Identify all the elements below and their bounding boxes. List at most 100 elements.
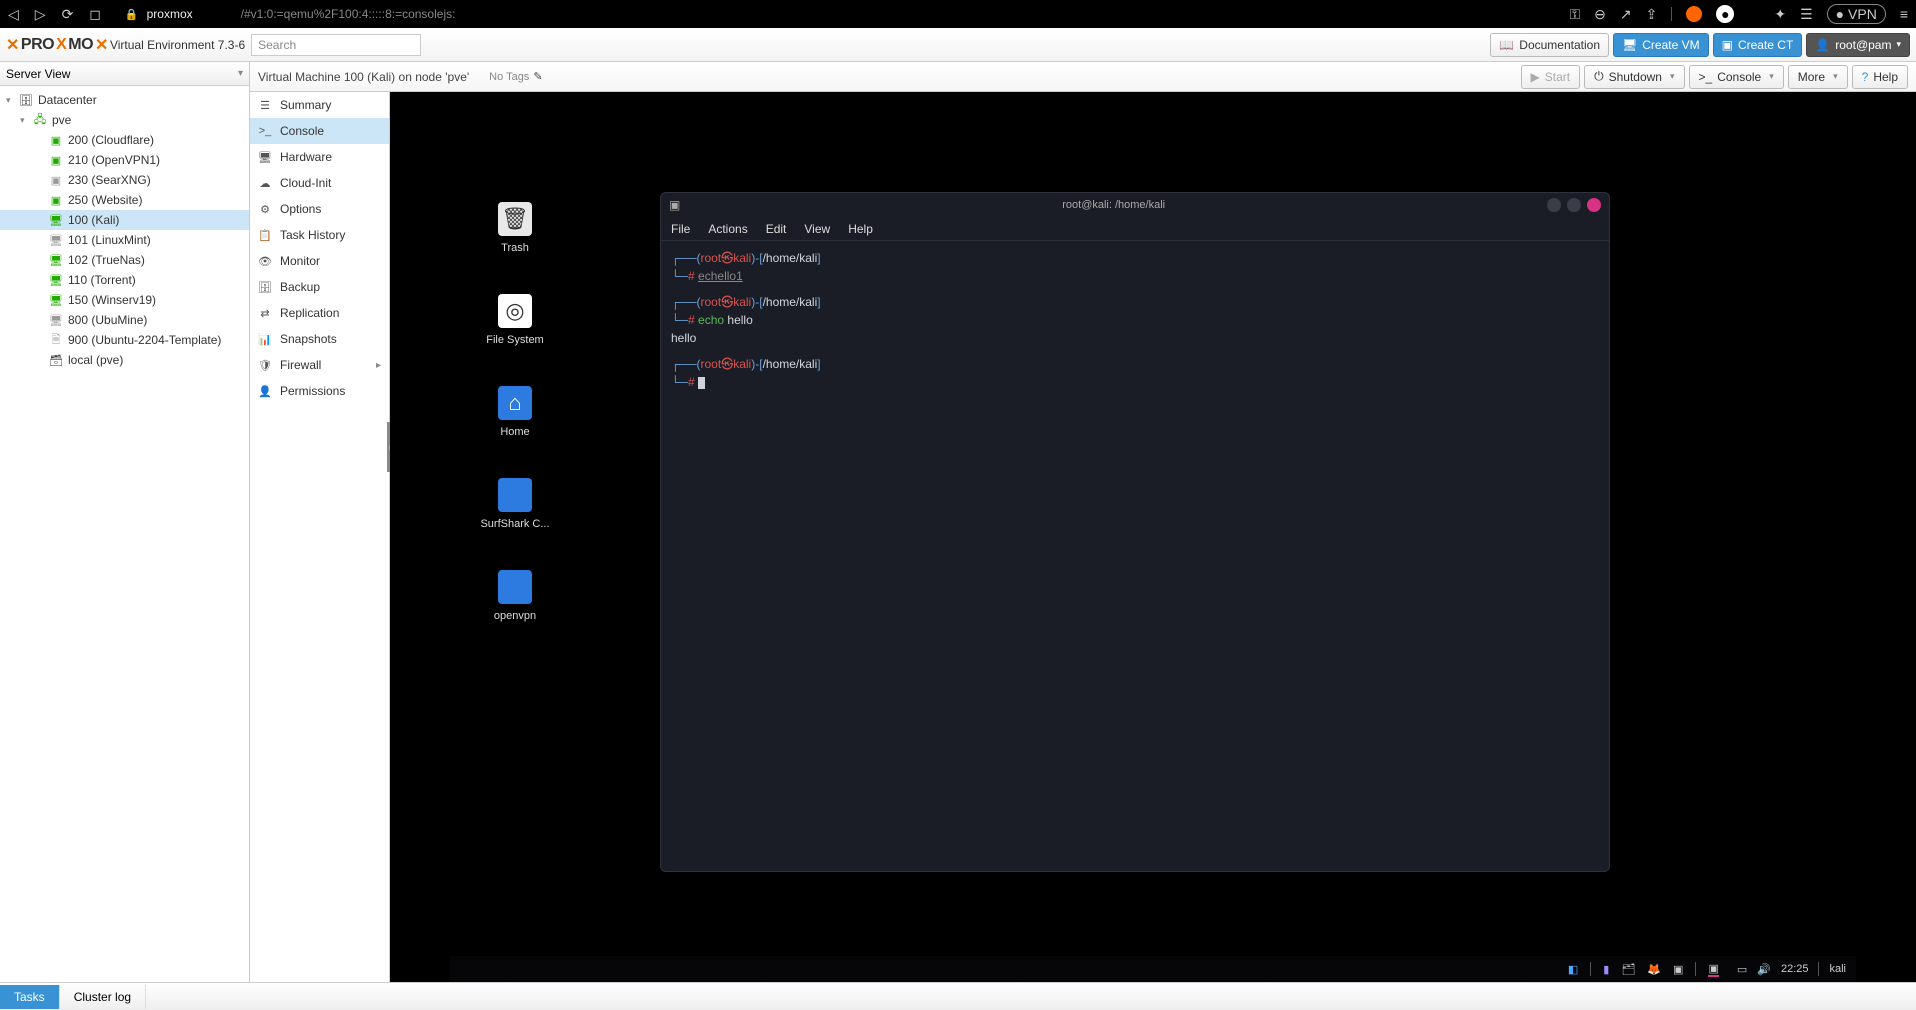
lxc-icon: ▣	[48, 134, 64, 147]
profile-icon[interactable]: ●	[1716, 5, 1734, 23]
maximize-icon[interactable]	[1567, 198, 1581, 212]
key-icon[interactable]: ⚿	[1570, 6, 1581, 23]
vm-nav-options[interactable]: ⚙Options	[250, 196, 389, 222]
nav-icon: 📊	[258, 333, 272, 346]
tray-clock[interactable]: 22:25	[1781, 963, 1809, 975]
share-icon[interactable]: ⇪	[1646, 6, 1658, 23]
vm-nav-permissions[interactable]: 👤Permissions	[250, 378, 389, 404]
close-icon[interactable]	[1587, 198, 1601, 212]
vm-nav-replication[interactable]: ⇄Replication	[250, 300, 389, 326]
arrow-up-icon[interactable]: ↗	[1620, 6, 1632, 23]
console-button[interactable]: >_Console▾	[1689, 65, 1784, 89]
term-menu-actions[interactable]: Actions	[708, 222, 747, 236]
tree-vm-item[interactable]: ▣200 (Cloudflare)	[0, 130, 249, 150]
taskbar-terminal-icon[interactable]: ▣	[1673, 963, 1683, 976]
search-input[interactable]: Search	[251, 34, 421, 56]
tree-storage-local[interactable]: 🗃local (pve)	[0, 350, 249, 370]
tree-vm-item[interactable]: 🖥800 (UbuMine)	[0, 310, 249, 330]
tasks-tab[interactable]: Tasks	[0, 985, 60, 1009]
cluster-log-tab[interactable]: Cluster log	[60, 985, 146, 1009]
desktop-icon-surfshark-c-[interactable]: SurfShark C...	[470, 478, 560, 530]
tree-vm-label: 250 (Website)	[68, 193, 142, 207]
vm-nav-backup[interactable]: 🗄Backup	[250, 274, 389, 300]
tree-vm-item[interactable]: 🖥101 (LinuxMint)	[0, 230, 249, 250]
start-button[interactable]: ▶Start	[1521, 65, 1581, 89]
term-menu-view[interactable]: View	[804, 222, 830, 236]
vm-nav-task-history[interactable]: 📋Task History	[250, 222, 389, 248]
tree-vm-item[interactable]: 🖥110 (Torrent)	[0, 270, 249, 290]
help-button[interactable]: ?Help	[1852, 65, 1908, 89]
nav-icon: 🖥	[258, 151, 272, 164]
tree-vm-item[interactable]: 🖥150 (Winserv19)	[0, 290, 249, 310]
nav-icon: 👤	[258, 385, 272, 398]
reload-icon[interactable]: ⟳	[62, 6, 74, 23]
console-canvas[interactable]: 🗑Trash ◎File System ⌂Home SurfShark C... ope…	[390, 92, 1916, 982]
create-vm-button[interactable]: 🖥Create VM	[1613, 33, 1709, 57]
vm-nav-summary[interactable]: ☰Summary	[250, 92, 389, 118]
bookmark-icon[interactable]: ◻	[89, 6, 101, 23]
pve-header: ✕ PROXMO✕ Virtual Environment 7.3-6 Sear…	[0, 28, 1916, 62]
back-icon[interactable]: ◁	[8, 6, 19, 23]
taskbar-app-1[interactable]: ◧	[1568, 963, 1578, 976]
minimize-icon[interactable]	[1547, 198, 1561, 212]
nav-icon: ⇄	[258, 307, 272, 320]
url-host[interactable]: proxmox	[147, 7, 193, 21]
storage-icon: 🗃	[48, 354, 64, 367]
tree-vm-item[interactable]: ▣230 (SearXNG)	[0, 170, 249, 190]
desktop-icon-openvpn[interactable]: openvpn	[470, 570, 560, 622]
vm-nav-snapshots[interactable]: 📊 Snapshots	[250, 326, 389, 352]
extensions-icon[interactable]: ✦	[1774, 6, 1786, 23]
nav-icon: ☰	[258, 99, 272, 112]
vm-nav-console[interactable]: >_Console	[250, 118, 389, 144]
term-menu-edit[interactable]: Edit	[766, 222, 787, 236]
taskbar-firefox-icon[interactable]: 🦊	[1647, 963, 1661, 976]
url-path[interactable]: /#v1:0:=qemu%2F100:4:::::8:=consolejs:	[241, 7, 456, 21]
desktop-icon-file-system[interactable]: ◎File System	[470, 294, 560, 346]
tree-vm-item[interactable]: 🖥102 (TrueNas)	[0, 250, 249, 270]
nav-label: Snapshots	[280, 332, 337, 346]
desktop-icon-label: Home	[500, 426, 529, 438]
documentation-button[interactable]: 📖Documentation	[1490, 33, 1609, 57]
proxmox-logo[interactable]: ✕ PROXMO✕	[6, 35, 108, 55]
tree-vm-item[interactable]: ▣210 (OpenVPN1)	[0, 150, 249, 170]
vm-nav-cloud-init[interactable]: ☁Cloud-Init	[250, 170, 389, 196]
desktop-icon-label: SurfShark C...	[480, 518, 549, 530]
vm-nav-hardware[interactable]: 🖥Hardware	[250, 144, 389, 170]
tree-node-pve[interactable]: ▾🖧pve	[0, 110, 249, 130]
more-button[interactable]: More▾	[1788, 65, 1848, 89]
user-menu-button[interactable]: 👤root@pam ▾	[1806, 33, 1910, 57]
desktop-icon-trash[interactable]: 🗑Trash	[470, 202, 560, 254]
vm-nav-firewall[interactable]: 🛡Firewall▸	[250, 352, 389, 378]
vpn-button[interactable]: ● VPN	[1827, 4, 1886, 24]
menu-icon[interactable]: ≡	[1900, 6, 1908, 22]
tree-vm-item[interactable]: ▣250 (Website)	[0, 190, 249, 210]
terminal-window[interactable]: ▣ root@kali: /home/kali FileActionsEditV…	[660, 192, 1610, 872]
nav-label: Console	[280, 124, 324, 138]
taskbar-term-active-icon[interactable]: ▣	[1708, 962, 1718, 977]
view-selector[interactable]: Server View▾	[0, 62, 249, 86]
term-menu-help[interactable]: Help	[848, 222, 873, 236]
taskbar-files-icon[interactable]: 🗂	[1621, 963, 1635, 976]
shield-icon[interactable]	[1686, 6, 1702, 22]
shutdown-button[interactable]: ⏻Shutdown▾	[1584, 65, 1684, 89]
terminal-output[interactable]: ┌──(root㉿kali)-[/home/kali] └─# echello1…	[661, 241, 1609, 871]
tree-vm-item[interactable]: 🖥100 (Kali)	[0, 210, 249, 230]
tree-vm-item[interactable]: 🗎900 (Ubuntu-2204-Template)	[0, 330, 249, 350]
tray-display-icon[interactable]: ▭	[1737, 963, 1747, 976]
tray-user-label[interactable]: kali	[1829, 963, 1846, 975]
help-icon: ?	[1862, 70, 1869, 84]
nav-icon: ⚙	[258, 203, 272, 216]
vm-header: Virtual Machine 100 (Kali) on node 'pve'…	[250, 62, 1916, 92]
lxc-icon: ▣	[48, 154, 64, 167]
edit-tags-icon[interactable]: ✎	[533, 70, 542, 83]
taskbar-workspace-icon[interactable]: ▮	[1603, 963, 1609, 976]
tray-volume-icon[interactable]: 🔊	[1757, 963, 1771, 976]
tree-datacenter[interactable]: ▾🗄Datacenter	[0, 90, 249, 110]
term-menu-file[interactable]: File	[671, 222, 690, 236]
desktop-icon-home[interactable]: ⌂Home	[470, 386, 560, 438]
vm-nav-monitor[interactable]: 👁Monitor	[250, 248, 389, 274]
forward-icon[interactable]: ▷	[35, 6, 46, 23]
create-ct-button[interactable]: ▣Create CT	[1713, 33, 1803, 57]
sidebar-icon[interactable]: ☰	[1800, 6, 1813, 23]
zoom-out-icon[interactable]: ⊖	[1594, 6, 1606, 23]
